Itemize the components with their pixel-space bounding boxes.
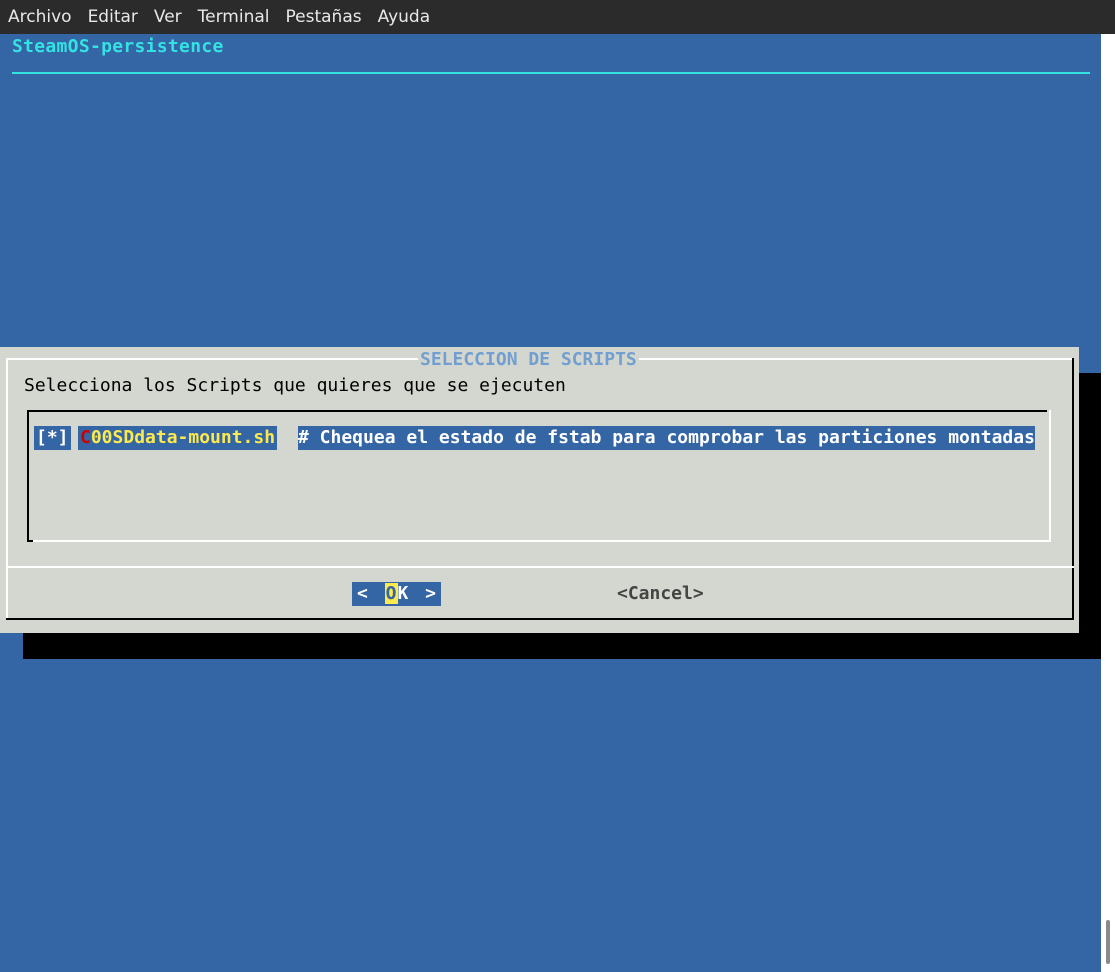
cancel-button[interactable]: <Cancel> [617,582,704,606]
menu-pestanas[interactable]: Pestañas [278,7,370,27]
listbox-border-bottom [27,540,1051,542]
listbox-border-top [27,410,1047,412]
ok-label: OK [384,582,409,606]
dialog-border-left [6,358,8,620]
ok-button[interactable]: < OK > [352,582,441,606]
menu-ver[interactable]: Ver [146,7,190,27]
ok-hotkey: O [384,583,398,604]
menu-terminal[interactable]: Terminal [190,7,278,27]
item-tag-hotkey: C [80,427,91,448]
scrollbar-thumb[interactable] [1106,920,1110,964]
scrollbar-track[interactable] [1101,34,1115,972]
dialog-border-right [1072,358,1074,620]
ok-bracket-right: > [425,583,436,604]
item-description[interactable]: # Chequea el estado de fstab para compro… [298,426,1035,450]
backtitle: SteamOS-persistence [12,36,224,57]
menu-archivo[interactable]: Archivo [0,7,80,27]
item-checkbox[interactable]: [*] [34,426,71,450]
dialog-shadow-right [1079,373,1101,659]
listbox-border-left [27,410,29,541]
item-tag-text: 00SDdata-mount.sh [90,427,276,448]
listbox-corner [27,540,33,542]
dialog-prompt: Selecciona los Scripts que quieres que s… [24,375,566,396]
dialog-shadow-bottom [23,633,1101,659]
menu-editar[interactable]: Editar [80,7,146,27]
backtitle-underline [12,72,1090,74]
ok-label-rest: K [397,583,409,604]
dialog-title: SELECCION DE SCRIPTS [418,349,639,370]
ok-bracket-left: < [357,583,368,604]
menu-ayuda[interactable]: Ayuda [370,7,439,27]
menu-bar: Archivo Editar Ver Terminal Pestañas Ayu… [0,0,1115,34]
dialog-button-separator [6,566,1074,568]
listbox-border-right [1049,410,1051,541]
dialog-border-bottom [6,618,1074,620]
item-tag[interactable]: C00SDdata-mount.sh [78,426,278,450]
